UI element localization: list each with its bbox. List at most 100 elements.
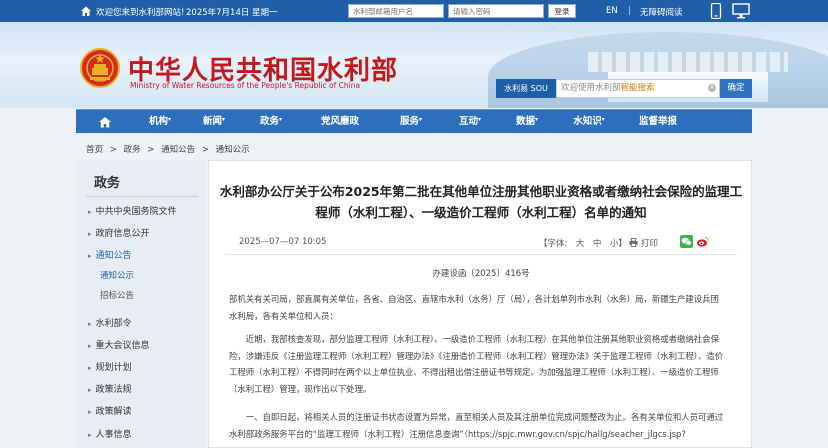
top-bar: 欢迎您来到水利部网站! 2025年7月14日 星期一 登录 EN | 无障碍阅读	[0, 0, 828, 22]
mail-username-input[interactable]	[348, 4, 444, 18]
nav-label: 服务	[399, 116, 419, 127]
password-input[interactable]	[448, 4, 544, 18]
article-paragraph: 一、自即日起，将相关人员的注册证书状态设置为异常，直至相关人员及其注册单位完成问…	[229, 412, 724, 439]
chevron-down-icon: ▾	[535, 116, 539, 123]
nav-item-zhengwu[interactable]: 政务▾	[242, 110, 300, 134]
search-input[interactable]: 欢迎使用水利部智能搜索	[556, 79, 720, 98]
sidebar-item-planning[interactable]: ▸ 规划计划	[88, 360, 132, 373]
sidebar-title: 政务	[94, 176, 121, 191]
accessibility-link[interactable]: 无障碍阅读	[640, 6, 683, 18]
wechat-icon[interactable]	[680, 235, 693, 248]
english-link[interactable]: EN	[606, 6, 618, 16]
chevron-right-icon: ▸	[88, 208, 92, 216]
breadcrumb-current[interactable]: 通知公示	[216, 145, 250, 155]
article-panel: 水利部办公厅关于公布2025年第二批在其他单位注册其他职业资格或者缴纳社会保险的…	[208, 160, 752, 448]
article-meta: 2025—07—07 10:05 【字体: 大 中 小】 打印	[225, 233, 737, 255]
chevron-down-icon: ▾	[478, 116, 482, 123]
main-nav: 机构▾ 新闻▾ 政务▾ 党风廉政 服务▾ 互动▾ 数据▾ 水知识▾ 监督举报	[76, 109, 752, 133]
chevron-down-icon: ▾	[601, 116, 605, 123]
chevron-right-icon: ▸	[88, 431, 92, 439]
chevron-down-icon: ▾	[168, 116, 172, 123]
breadcrumb-separator: >	[147, 145, 155, 155]
divider: |	[628, 6, 631, 16]
chevron-right-icon: ▸	[88, 252, 92, 260]
current-date: 2025年7月14日 星期一	[186, 8, 278, 18]
document-number: 办建设函〔2025〕416号	[432, 269, 530, 279]
chevron-right-icon: ▸	[88, 386, 92, 394]
chevron-right-icon: ▸	[88, 408, 92, 416]
weibo-icon[interactable]	[696, 235, 709, 248]
sidebar: 政务 ▸ 中共中央国务院文件 ▸ 政府信息公开 ▸ 通知公告 通知公示 招标公告 ▸ 水…	[76, 160, 206, 448]
nav-item-jigou[interactable]: 机构▾	[134, 110, 186, 134]
sidebar-item-central-documents[interactable]: ▸ 中共中央国务院文件	[88, 204, 177, 217]
article-paragraph: 近期，我部核查发现，部分监理工程师（水利工程）、一级造价工程师（水利工程）在其他…	[229, 334, 724, 394]
chevron-right-icon: ▸	[88, 342, 92, 350]
site-subtitle: Ministry of Water Resources of the Peopl…	[130, 81, 361, 90]
sidebar-item-ministry-orders[interactable]: ▸ 水利部令	[88, 316, 132, 329]
nav-label: 互动	[458, 116, 478, 127]
nav-label: 机构	[148, 116, 168, 127]
sidebar-item-policies[interactable]: ▸ 政策法规	[88, 382, 132, 395]
nav-home[interactable]	[76, 110, 134, 134]
sidebar-subitem-tender[interactable]: 招标公告	[100, 289, 134, 301]
print-button[interactable]: 打印	[641, 237, 658, 249]
sidebar-item-label: 政策法规	[95, 385, 132, 395]
article-title: 水利部办公厅关于公布2025年第二批在其他单位注册其他职业资格或者缴纳社会保险的…	[219, 184, 743, 220]
publish-date: 2025—07—07 10:05	[239, 237, 327, 247]
mobile-icon[interactable]	[710, 3, 722, 19]
nav-item-dangfeng[interactable]: 党风廉政	[300, 110, 380, 134]
nav-item-xinwen[interactable]: 新闻▾	[186, 110, 242, 134]
breadcrumb-notices[interactable]: 通知公告	[161, 145, 195, 155]
divider	[86, 196, 198, 197]
sidebar-item-label: 规划计划	[95, 363, 132, 373]
nav-item-hudong[interactable]: 互动▾	[442, 110, 498, 134]
home-icon[interactable]	[80, 5, 92, 17]
nav-label: 水知识	[573, 116, 602, 127]
sidebar-subitem-notice-public[interactable]: 通知公示	[100, 269, 134, 281]
search-placeholder: 欢迎使用水利部	[561, 83, 621, 93]
sidebar-item-label: 通知公告	[95, 251, 132, 261]
nav-item-jianduijubao[interactable]: 监督举报	[622, 110, 694, 134]
print-icon[interactable]	[629, 238, 638, 247]
sidebar-item-label: 水利部令	[95, 319, 132, 329]
sidebar-item-notices[interactable]: ▸ 通知公告	[88, 248, 132, 261]
sidebar-item-label: 政府信息公开	[95, 229, 150, 239]
national-emblem-icon	[80, 48, 120, 88]
breadcrumb-home[interactable]: 首页	[86, 145, 103, 155]
banner-dam	[588, 52, 788, 72]
article-paragraph: 部机关有关司局，部直属有关单位，各省、自治区、直辖市水利（水务）厅（局），各计划…	[229, 294, 719, 321]
font-size-control[interactable]: 【字体: 大 中 小】	[539, 237, 627, 249]
nav-label: 数据	[515, 116, 535, 127]
login-button[interactable]: 登录	[548, 4, 576, 18]
nav-item-fuwu[interactable]: 服务▾	[380, 110, 442, 134]
home-icon[interactable]	[98, 116, 112, 128]
search-logo: 水利易 SOU	[496, 79, 556, 98]
sidebar-item-label: 人事信息	[95, 430, 132, 440]
nav-label: 政务	[259, 116, 279, 127]
nav-label: 党风廉政	[320, 116, 359, 127]
sidebar-item-personnel[interactable]: ▸ 人事信息	[88, 427, 132, 440]
chevron-down-icon: ▾	[279, 116, 283, 123]
search-placeholder-highlight: 智能搜索	[620, 83, 655, 93]
chevron-down-icon: ▾	[222, 116, 226, 123]
nav-item-shuizhishi[interactable]: 水知识▾	[556, 110, 622, 134]
nav-label: 监督举报	[638, 116, 677, 127]
chevron-down-icon: ▾	[419, 116, 423, 123]
nav-item-shuju[interactable]: 数据▾	[498, 110, 556, 134]
breadcrumb: 首页 > 政务 > 通知公告 > 通知公示	[86, 143, 254, 155]
welcome-text: 欢迎您来到水利部网站!	[96, 8, 185, 18]
chevron-right-icon: ▸	[88, 230, 92, 238]
clear-icon[interactable]: ×	[708, 84, 716, 92]
sidebar-item-info-disclosure[interactable]: ▸ 政府信息公开	[88, 226, 150, 239]
breadcrumb-separator: >	[109, 145, 117, 155]
sidebar-item-label: 政策解读	[95, 407, 132, 417]
breadcrumb-zhengwu[interactable]: 政务	[124, 145, 141, 155]
sidebar-item-label: 中共中央国务院文件	[95, 207, 177, 217]
desktop-icon[interactable]	[732, 3, 750, 19]
sidebar-item-label: 重大会议信息	[95, 341, 150, 351]
sidebar-item-policy-interpretation[interactable]: ▸ 政策解读	[88, 404, 132, 417]
sidebar-item-major-meetings[interactable]: ▸ 重大会议信息	[88, 338, 150, 351]
nav-label: 新闻	[202, 116, 222, 127]
chevron-right-icon: ▸	[88, 320, 92, 328]
search-button[interactable]: 确定	[720, 79, 752, 98]
